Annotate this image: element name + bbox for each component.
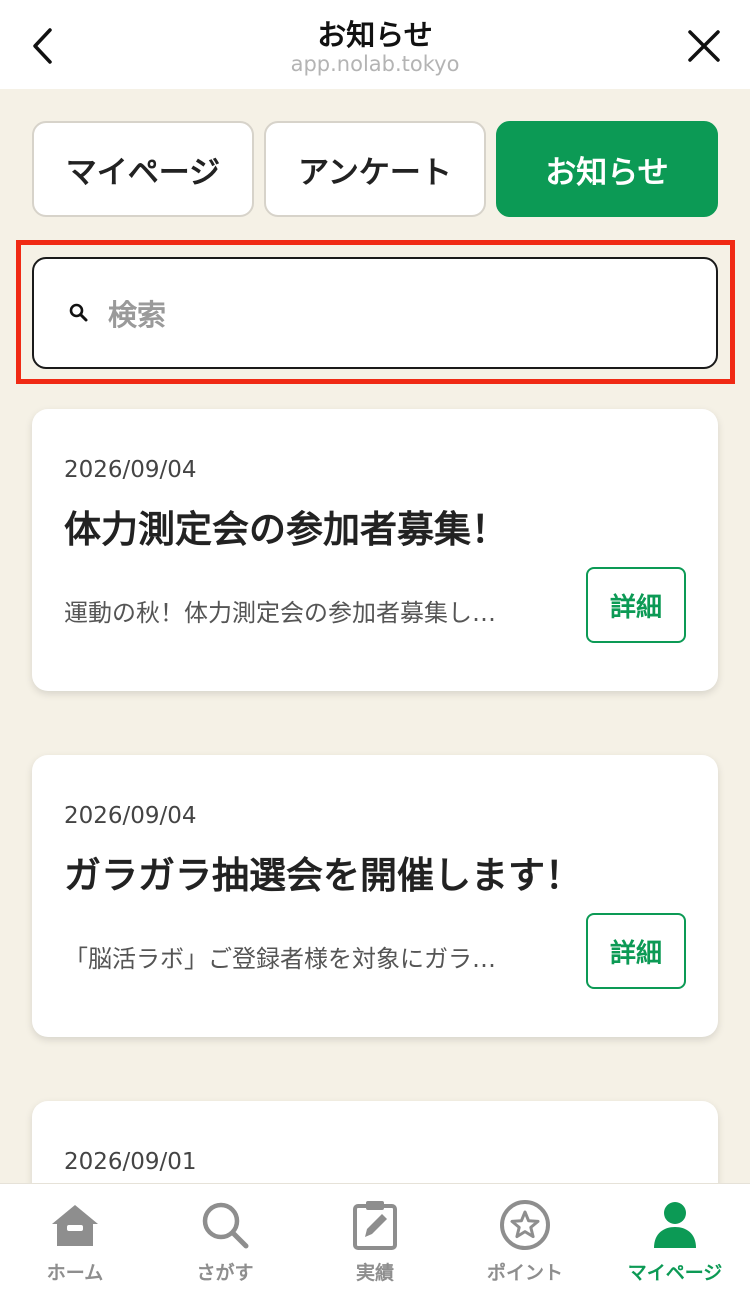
notice-title: 体力測定会の参加者募集！: [64, 508, 508, 551]
bottom-nav: ホーム さがす 実績 ポイント マイページ: [0, 1183, 750, 1295]
tab-survey[interactable]: アンケート: [264, 121, 486, 217]
nav-records[interactable]: 実績: [300, 1184, 450, 1295]
nav-search[interactable]: さがす: [150, 1184, 300, 1295]
tab-bar: マイページ アンケート お知らせ: [32, 121, 718, 217]
detail-button[interactable]: 詳細: [586, 913, 686, 989]
page-url: app.nolab.tokyo: [290, 52, 460, 76]
tab-notices[interactable]: お知らせ: [496, 121, 718, 217]
search-placeholder: 検索: [108, 298, 167, 332]
nav-label: 実績: [355, 1262, 394, 1284]
nav-home[interactable]: ホーム: [0, 1184, 150, 1295]
detail-button[interactable]: 詳細: [586, 567, 686, 643]
notice-card[interactable]: 2026/09/04 体力測定会の参加者募集！ 運動の秋！体力測定会の参加者募集…: [32, 409, 718, 691]
search-icon: [198, 1198, 252, 1252]
notice-excerpt: 「脳活ラボ」ご登録者様を対象にガラ…: [64, 945, 496, 973]
nav-label: ポイント: [486, 1262, 563, 1284]
notice-date: 2026/09/01: [64, 1149, 197, 1175]
search-icon: [68, 302, 90, 324]
notice-card[interactable]: 2026/09/04 ガラガラ抽選会を開催します！ 「脳活ラボ」ご登録者様を対象…: [32, 755, 718, 1037]
notice-date: 2026/09/04: [64, 457, 197, 483]
search-input[interactable]: 検索: [32, 257, 718, 369]
home-icon: [48, 1198, 102, 1252]
nav-label: さがす: [196, 1262, 254, 1284]
nav-mypage[interactable]: マイページ: [600, 1184, 750, 1295]
clipboard-edit-icon: [348, 1198, 402, 1252]
notice-excerpt: 運動の秋！体力測定会の参加者募集し…: [64, 599, 496, 627]
nav-label: マイページ: [627, 1262, 723, 1284]
tab-mypage[interactable]: マイページ: [32, 121, 254, 217]
user-icon: [648, 1198, 702, 1252]
notice-date: 2026/09/04: [64, 803, 197, 829]
close-icon: [688, 30, 720, 62]
close-button[interactable]: [684, 22, 724, 70]
notice-title: ガラガラ抽選会を開催します！: [64, 854, 582, 897]
nav-points[interactable]: ポイント: [450, 1184, 600, 1295]
page-title: お知らせ: [317, 18, 433, 52]
star-coin-icon: [498, 1198, 552, 1252]
nav-label: ホーム: [46, 1262, 104, 1284]
top-bar: お知らせ app.nolab.tokyo: [0, 0, 750, 89]
